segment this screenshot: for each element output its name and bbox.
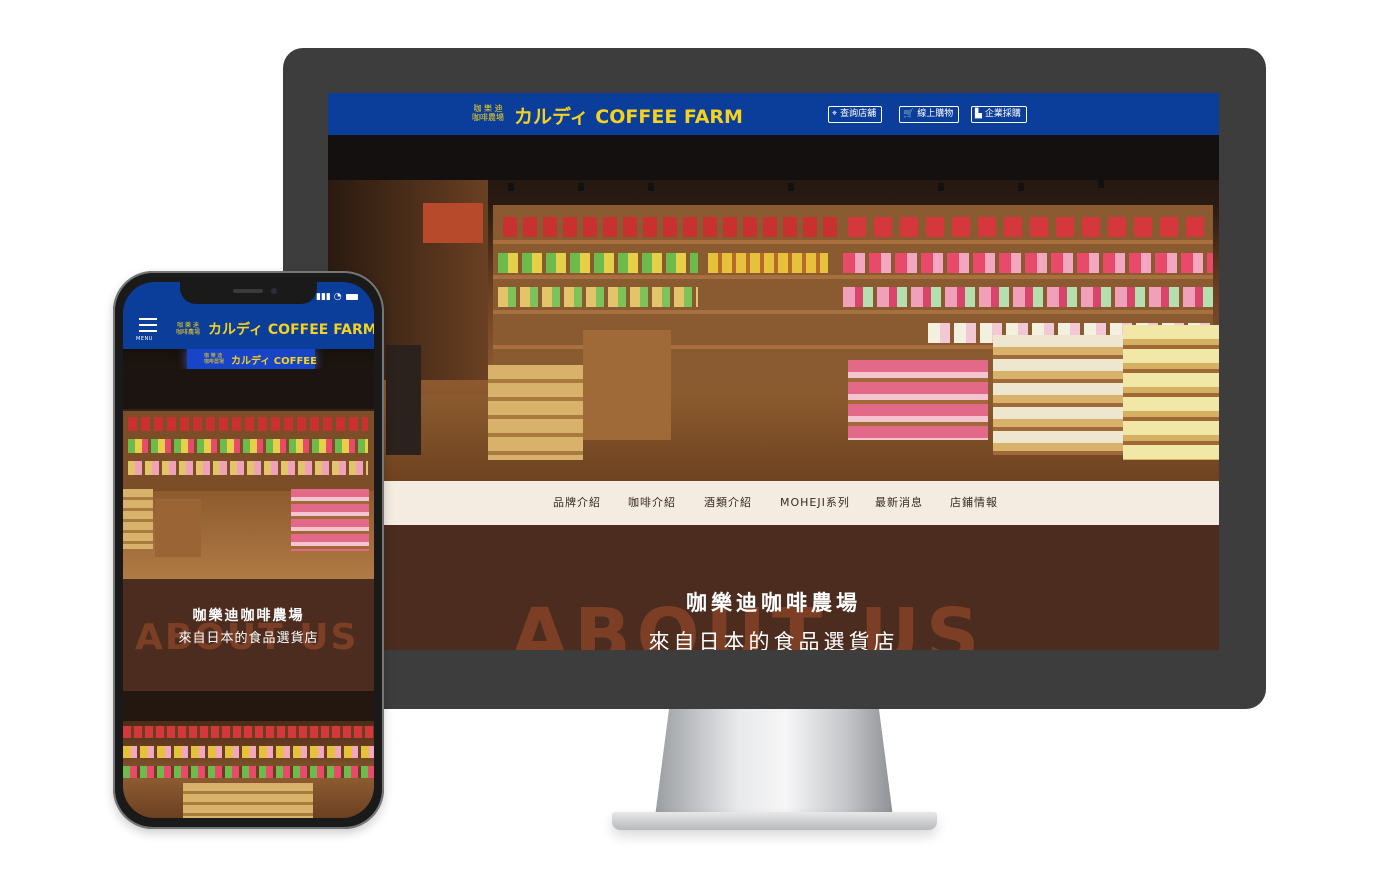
phone-speaker xyxy=(233,289,263,293)
hamburger-menu-icon[interactable] xyxy=(139,318,157,336)
signal-icon: ▮▮▮ xyxy=(316,292,331,302)
about-subtitle: 來自日本的食品選貨店 xyxy=(648,630,899,650)
menu-label: MENU xyxy=(136,336,153,342)
about-title: 咖樂迪咖啡農場 xyxy=(686,591,861,615)
desktop-screen: 咖 樂 迪 咖啡農場 カルディ COFFEE FARM ⌖ 查詢店舖 🛒 線上購… xyxy=(328,93,1219,650)
monitor-stand-neck xyxy=(655,707,893,817)
mobile-logo-main[interactable]: カルディ COFFEE FARM xyxy=(208,319,374,339)
mobile-screen: MENU 咖 樂 迪 咖啡農場 カルディ COFFEE FARM ▮▮▮ ◔ 咖… xyxy=(123,282,374,818)
location-pin-icon: ⌖ xyxy=(832,109,838,119)
mobile-about-title: 咖樂迪咖啡農場 xyxy=(192,608,305,624)
nav-moheji[interactable]: MOHEJI系列 xyxy=(780,481,850,525)
logo-main[interactable]: カルディ COFFEE FARM xyxy=(514,102,743,129)
desktop-header: 咖 樂 迪 咖啡農場 カルディ COFFEE FARM ⌖ 查詢店舖 🛒 線上購… xyxy=(328,93,1219,135)
desktop-nav: 品牌介紹 咖啡介紹 酒類介紹 MOHEJI系列 最新消息 店鋪情報 xyxy=(328,481,1219,525)
hero-store-image xyxy=(328,135,1219,481)
mobile-logo-small-text: 咖 樂 迪 咖啡農場 xyxy=(176,322,201,336)
nav-brand[interactable]: 品牌介紹 xyxy=(553,481,601,525)
nav-stores[interactable]: 店鋪情報 xyxy=(950,481,998,525)
phone-notch xyxy=(180,282,317,304)
corporate-purchase-button[interactable]: ▙ 企業採購 xyxy=(971,106,1027,123)
store-sign: 咖 樂 迪 咖啡農場 カルディ COFFEE xyxy=(187,349,317,369)
phone-camera xyxy=(271,288,277,294)
nav-liquor[interactable]: 酒類介紹 xyxy=(704,481,752,525)
building-icon: ▙ xyxy=(975,109,982,119)
find-store-button[interactable]: ⌖ 查詢店舖 xyxy=(828,106,883,123)
status-bar-icons: ▮▮▮ ◔ xyxy=(316,292,359,302)
mobile-about-subtitle: 來自日本的食品選貨店 xyxy=(178,631,319,646)
mobile-store-image-2 xyxy=(123,691,374,818)
desktop-about-section: ABOUT US 咖樂迪咖啡農場 來自日本的食品選貨店 xyxy=(328,525,1219,650)
cart-icon: 🛒 xyxy=(903,109,915,119)
mobile-hero-store-image: 咖 樂 迪 咖啡農場 カルディ COFFEE xyxy=(123,349,374,579)
nav-coffee[interactable]: 咖啡介紹 xyxy=(628,481,676,525)
monitor-stand-base xyxy=(612,812,937,830)
online-shop-button[interactable]: 🛒 線上購物 xyxy=(899,106,960,123)
mobile-about-section: ABOUT US 咖樂迪咖啡農場 來自日本的食品選貨店 xyxy=(123,579,374,691)
battery-icon xyxy=(346,293,359,300)
logo-small-text: 咖 樂 迪 咖啡農場 xyxy=(472,104,504,122)
wifi-icon: ◔ xyxy=(333,292,342,302)
nav-news[interactable]: 最新消息 xyxy=(875,481,923,525)
